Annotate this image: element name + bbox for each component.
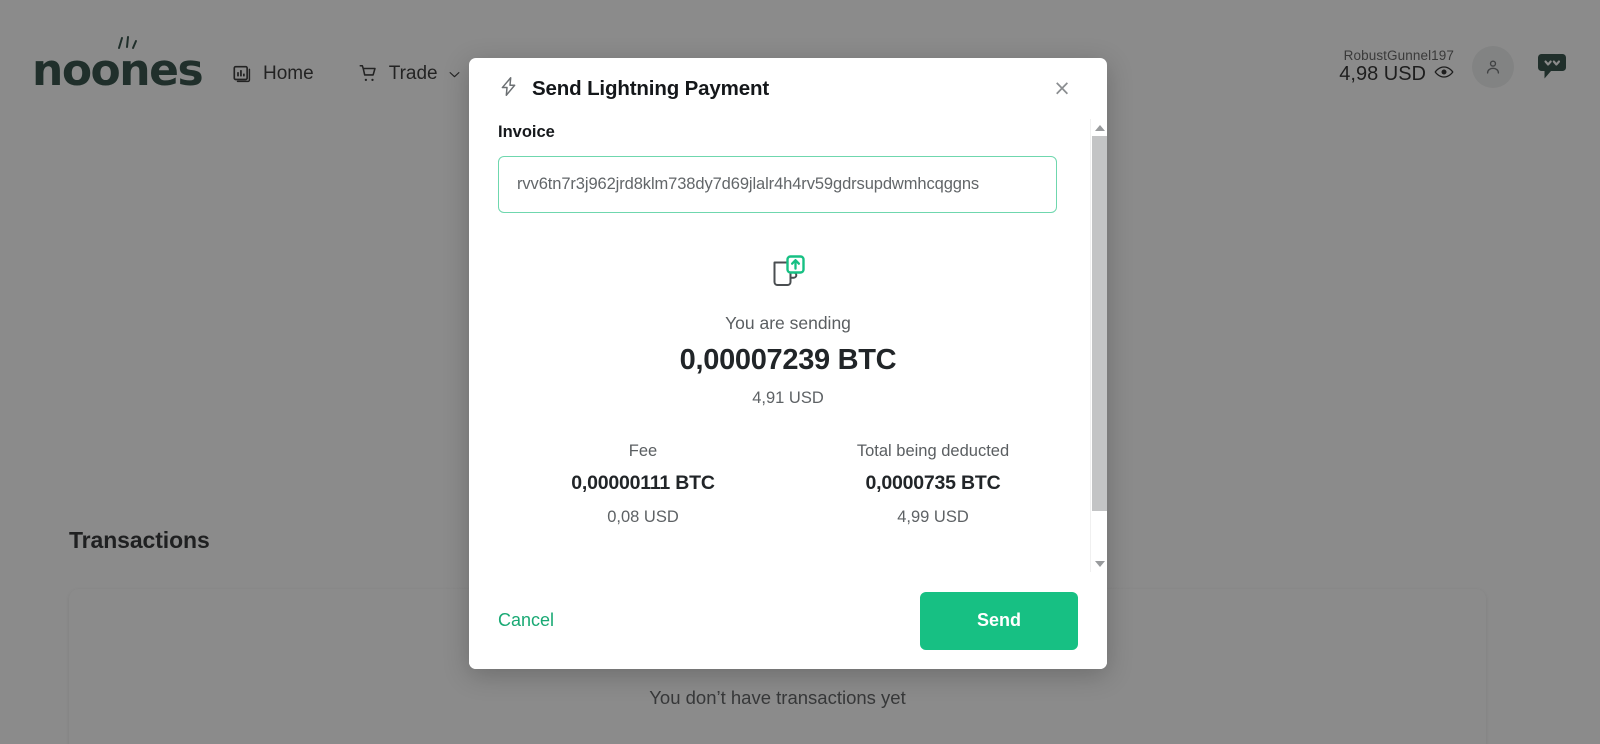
app-root: noones xyxy=(0,0,1600,744)
send-button[interactable]: Send xyxy=(920,591,1078,650)
fee-btc: 0,00000111 BTC xyxy=(571,472,715,494)
send-lightning-payment-dialog: Send Lightning Payment × Invoice You are… xyxy=(469,58,1107,669)
cancel-button[interactable]: Cancel xyxy=(498,610,554,631)
send-illustration xyxy=(498,250,1078,294)
scroll-down-arrow-glyph xyxy=(1094,560,1105,567)
sending-label: You are sending xyxy=(725,313,851,333)
total-deducted-column: Total being deducted 0,0000735 BTC 4,99 … xyxy=(788,442,1078,527)
dialog-title: Send Lightning Payment xyxy=(532,76,770,100)
fee-usd: 0,08 USD xyxy=(607,508,679,526)
fee-label: Fee xyxy=(628,442,658,460)
scrollbar-track[interactable] xyxy=(1091,136,1107,555)
total-deducted-usd: 4,99 USD xyxy=(897,508,969,526)
scroll-up-arrow-icon[interactable] xyxy=(1091,119,1107,136)
wallet-upload-icon xyxy=(773,255,805,286)
sending-amount-usd: 4,91 USD xyxy=(752,389,824,407)
total-deducted-btc: 0,0000735 BTC xyxy=(865,472,1001,494)
dialog-scrollbar[interactable] xyxy=(1090,119,1107,572)
close-icon[interactable]: × xyxy=(1051,78,1073,100)
dialog-body: Invoice You are sending 0,00007239 BTC 4… xyxy=(469,119,1107,572)
sending-amount-btc: 0,00007239 BTC xyxy=(679,344,897,376)
dialog-header: Send Lightning Payment × xyxy=(469,58,1107,119)
invoice-label: Invoice xyxy=(498,123,555,141)
scrollbar-thumb[interactable] xyxy=(1092,136,1107,511)
total-deducted-label: Total being deducted xyxy=(856,442,1010,460)
dialog-body-wrap: Invoice You are sending 0,00007239 BTC 4… xyxy=(469,119,1107,572)
dialog-footer: Cancel Send xyxy=(469,572,1107,669)
lightning-bolt-icon xyxy=(498,75,519,103)
fee-column: Fee 0,00000111 BTC 0,08 USD xyxy=(498,442,788,527)
scroll-up-arrow-glyph xyxy=(1094,124,1105,131)
dialog-title-wrap: Send Lightning Payment xyxy=(498,75,769,103)
scroll-down-arrow-icon[interactable] xyxy=(1091,555,1107,572)
totals-row: Fee 0,00000111 BTC 0,08 USD Total being … xyxy=(498,442,1078,527)
invoice-input[interactable] xyxy=(498,156,1057,213)
